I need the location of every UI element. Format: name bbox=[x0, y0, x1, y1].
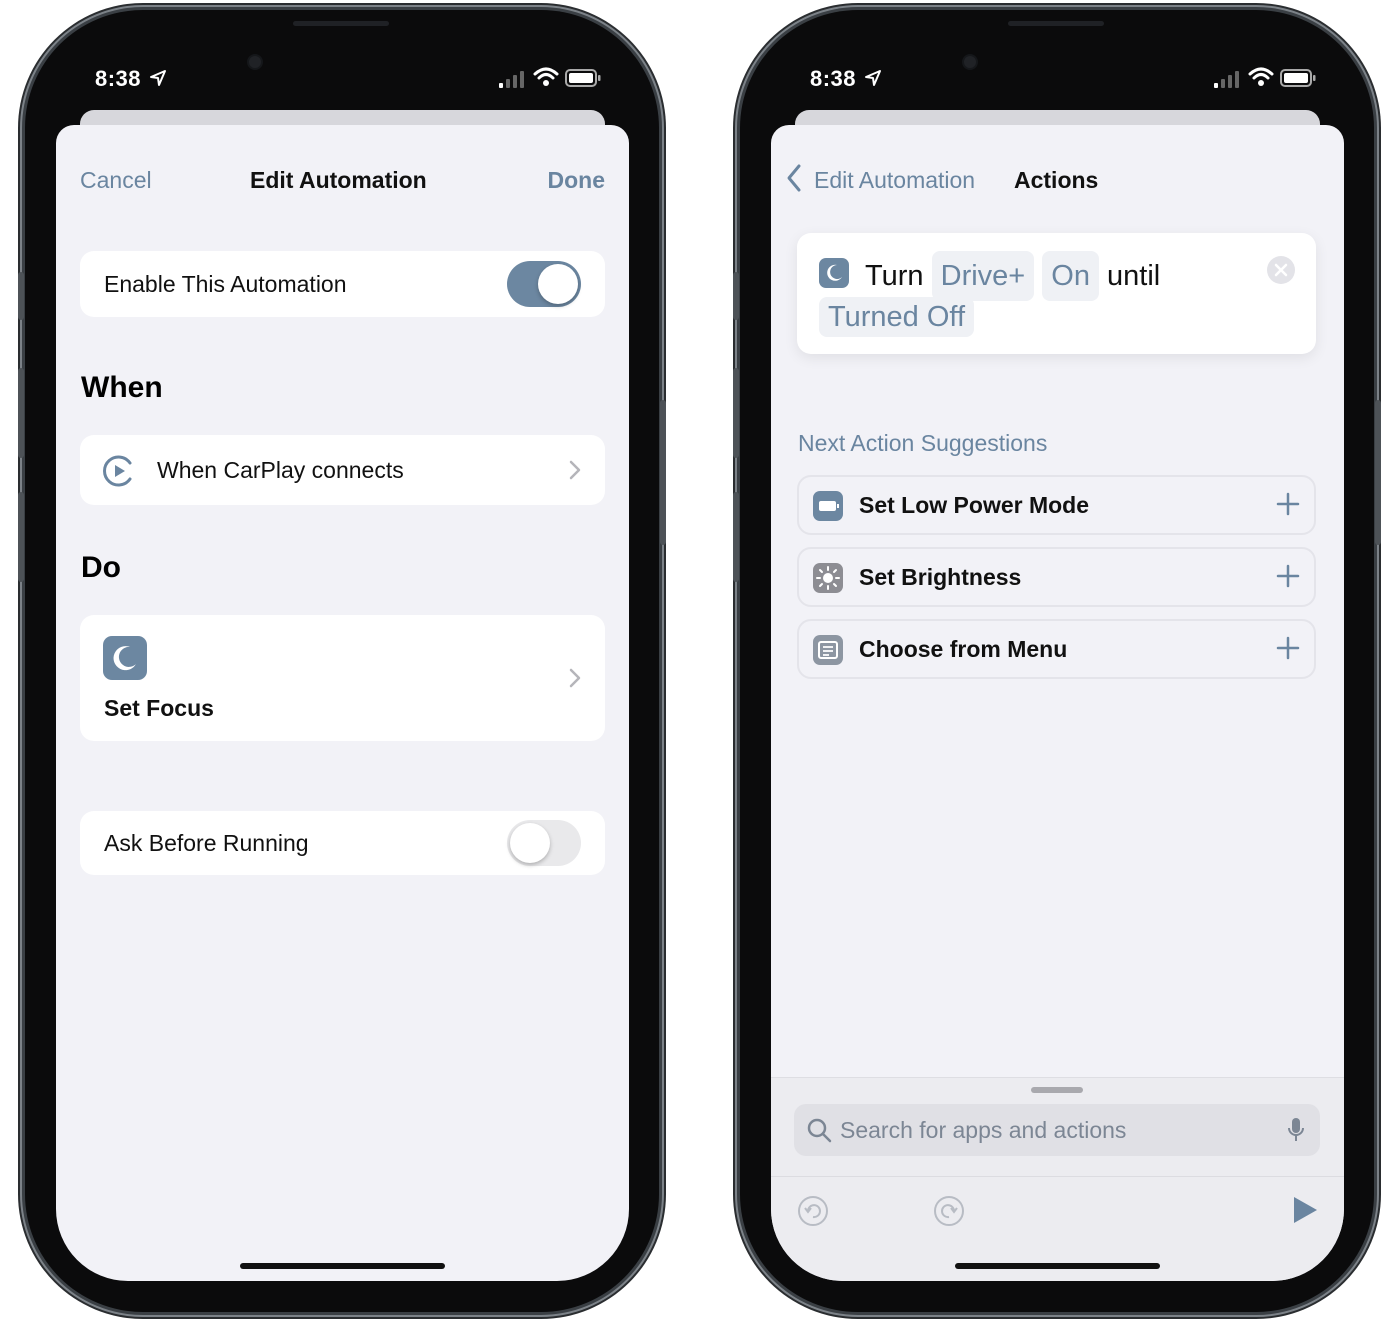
status-bar: 8:38 bbox=[740, 66, 1374, 100]
suggestions-title: Next Action Suggestions bbox=[798, 430, 1048, 456]
power-button bbox=[660, 400, 666, 545]
toggle-knob bbox=[538, 264, 578, 304]
search-icon bbox=[807, 1118, 832, 1143]
toggle-knob bbox=[510, 823, 550, 863]
until-parameter[interactable]: Turned Off bbox=[819, 297, 975, 337]
ask-before-running-label: Ask Before Running bbox=[104, 830, 309, 856]
back-button[interactable]: Edit Automation bbox=[814, 167, 975, 194]
ask-before-running-row: Ask Before Running bbox=[80, 811, 605, 875]
enable-automation-label: Enable This Automation bbox=[104, 271, 347, 297]
chevron-left-icon[interactable] bbox=[785, 163, 803, 193]
volume-up-button bbox=[18, 368, 24, 458]
do-section-title: Do bbox=[81, 551, 121, 584]
add-plus-icon[interactable] bbox=[1276, 492, 1300, 516]
volume-down-button bbox=[733, 492, 739, 582]
location-arrow-icon bbox=[150, 70, 166, 86]
focus-mode-parameter[interactable]: Drive+ bbox=[931, 251, 1035, 301]
location-arrow-icon bbox=[865, 70, 881, 86]
cellular-signal-icon bbox=[1214, 71, 1239, 88]
carplay-icon bbox=[103, 455, 132, 487]
right-phone: 8:38 Edit Automation Actions Turn Drive+… bbox=[733, 10, 1381, 1312]
action-word-until: until bbox=[1107, 260, 1161, 292]
action-sentence: Turn Drive+ On until bbox=[865, 251, 1265, 301]
chevron-right-icon bbox=[569, 460, 581, 480]
nav-title: Edit Automation bbox=[250, 167, 427, 193]
cancel-button[interactable]: Cancel bbox=[80, 167, 152, 194]
microphone-icon[interactable] bbox=[1286, 1116, 1306, 1144]
suggestion-label: Choose from Menu bbox=[859, 636, 1068, 662]
done-button[interactable]: Done bbox=[548, 167, 606, 194]
do-action-row[interactable]: Set Focus bbox=[80, 615, 605, 741]
ask-before-running-toggle[interactable] bbox=[507, 820, 581, 866]
action-word-turn: Turn bbox=[865, 260, 924, 292]
menu-icon bbox=[813, 635, 843, 665]
search-placeholder: Search for apps and actions bbox=[840, 1117, 1127, 1143]
redo-icon[interactable] bbox=[933, 1195, 965, 1227]
suggestion-label: Set Low Power Mode bbox=[859, 492, 1090, 518]
focus-moon-icon bbox=[819, 258, 849, 288]
enable-automation-toggle[interactable] bbox=[507, 261, 581, 307]
battery-icon bbox=[813, 491, 843, 521]
toolbar-divider bbox=[771, 1176, 1344, 1177]
search-field[interactable]: Search for apps and actions bbox=[794, 1104, 1320, 1156]
add-plus-icon[interactable] bbox=[1276, 564, 1300, 588]
volume-down-button bbox=[18, 492, 24, 582]
home-indicator[interactable] bbox=[240, 1263, 445, 1269]
when-trigger-label: When CarPlay connects bbox=[157, 457, 404, 483]
undo-icon[interactable] bbox=[797, 1195, 829, 1227]
mute-switch bbox=[733, 272, 739, 320]
status-bar: 8:38 bbox=[25, 66, 659, 100]
power-button bbox=[1375, 400, 1381, 545]
status-time: 8:38 bbox=[810, 66, 857, 91]
edit-automation-screen: Cancel Edit Automation Done Enable This … bbox=[56, 125, 629, 1281]
wifi-icon bbox=[533, 67, 559, 86]
panel-grabber[interactable] bbox=[1031, 1087, 1083, 1093]
actions-screen: Edit Automation Actions Turn Drive+ On u… bbox=[771, 125, 1344, 1281]
suggestion-set-brightness[interactable]: Set Brightness bbox=[797, 547, 1316, 607]
do-action-label: Set Focus bbox=[104, 695, 214, 721]
focus-state-parameter[interactable]: On bbox=[1042, 251, 1099, 301]
cellular-signal-icon bbox=[499, 71, 524, 88]
add-plus-icon[interactable] bbox=[1276, 636, 1300, 660]
volume-up-button bbox=[733, 368, 739, 458]
left-phone: 8:38 Cancel Edit Automation Done Enable … bbox=[18, 10, 666, 1312]
wifi-icon bbox=[1248, 67, 1274, 86]
play-run-icon[interactable] bbox=[1291, 1195, 1319, 1225]
battery-icon bbox=[1280, 69, 1316, 87]
earpiece bbox=[293, 21, 389, 26]
suggestion-set-low-power-mode[interactable]: Set Low Power Mode bbox=[797, 475, 1316, 535]
action-search-panel: Search for apps and actions bbox=[771, 1077, 1344, 1281]
status-time: 8:38 bbox=[95, 66, 142, 91]
brightness-icon bbox=[813, 563, 843, 593]
earpiece bbox=[1008, 21, 1104, 26]
chevron-right-icon bbox=[569, 668, 581, 688]
when-trigger-row[interactable]: When CarPlay connects bbox=[80, 435, 605, 505]
when-section-title: When bbox=[81, 371, 163, 404]
focus-moon-icon bbox=[103, 636, 147, 680]
set-focus-action-card: Turn Drive+ On until Turned Off bbox=[797, 233, 1316, 354]
enable-automation-row: Enable This Automation bbox=[80, 251, 605, 317]
battery-icon bbox=[565, 69, 601, 87]
nav-title: Actions bbox=[1014, 167, 1099, 193]
suggestion-label: Set Brightness bbox=[859, 564, 1022, 590]
home-indicator[interactable] bbox=[955, 1263, 1160, 1269]
remove-action-icon[interactable] bbox=[1266, 255, 1296, 285]
mute-switch bbox=[18, 272, 24, 320]
suggestion-choose-from-menu[interactable]: Choose from Menu bbox=[797, 619, 1316, 679]
